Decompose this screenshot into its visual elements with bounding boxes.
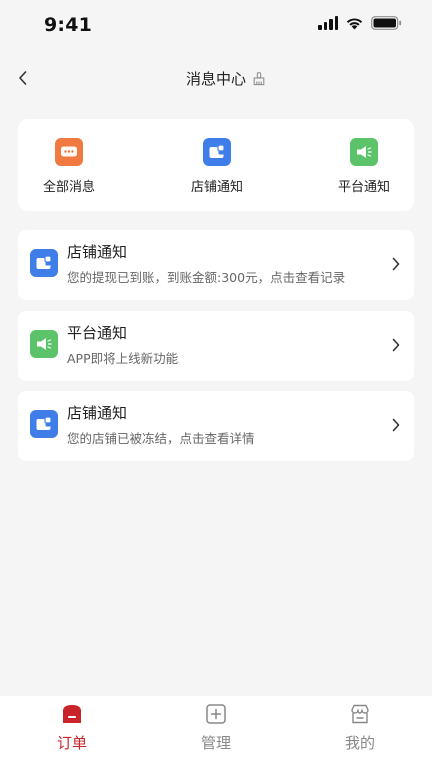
status-time: 9:41 [44,14,93,36]
chevron-right-icon [390,255,402,273]
status-icons [318,16,402,30]
category-label: 平台通知 [337,180,390,195]
page-title: 消息中心 [185,70,246,88]
category-all-messages[interactable]: 全部消息 [19,119,119,211]
tab-bar: 订单 管理 我的 [0,696,432,768]
store-icon [348,702,372,726]
status-bar: 9:41 [0,0,432,50]
tab-label: 管理 [200,734,231,752]
message-desc: 您的店铺已被冻结，点击查看详情 [67,431,255,446]
category-card: 全部消息 店铺通知 平台通知 [18,119,414,211]
tab-label: 我的 [344,734,375,752]
message-item[interactable]: 平台通知 APP即将上线新功能 [18,311,414,381]
wallet-icon [30,410,58,438]
category-label: 全部消息 [42,180,95,195]
message-desc: APP即将上线新功能 [67,351,179,366]
message-item[interactable]: 店铺通知 您的提现已到账，到账金额:300元，点击查看记录 [18,230,414,300]
message-title: 店铺通知 [67,243,128,261]
wallet-icon [30,249,58,277]
message-desc: 您的提现已到账，到账金额:300元，点击查看记录 [67,270,346,285]
broom-icon[interactable] [253,72,265,86]
wallet-icon [203,138,231,166]
category-label: 店铺通知 [190,180,243,195]
tab-mine[interactable]: 我的 [288,696,432,768]
wifi-icon [346,18,363,30]
order-icon [60,702,84,726]
signal-icon [318,16,338,30]
message-item[interactable]: 店铺通知 您的店铺已被冻结，点击查看详情 [18,391,414,461]
chevron-right-icon [390,336,402,354]
category-shop-notice[interactable]: 店铺通知 [167,119,267,211]
message-title: 平台通知 [67,324,128,342]
battery-icon [371,16,402,30]
chevron-right-icon [390,416,402,434]
speaker-icon [30,330,58,358]
tab-orders[interactable]: 订单 [0,696,144,768]
chat-icon [55,138,83,166]
nav-bar: 消息中心 [0,56,432,100]
tab-label: 订单 [56,734,87,752]
manage-icon [204,702,228,726]
tab-manage[interactable]: 管理 [144,696,288,768]
speaker-icon [350,138,378,166]
message-title: 店铺通知 [67,404,128,422]
category-platform-notice[interactable]: 平台通知 [314,119,414,211]
